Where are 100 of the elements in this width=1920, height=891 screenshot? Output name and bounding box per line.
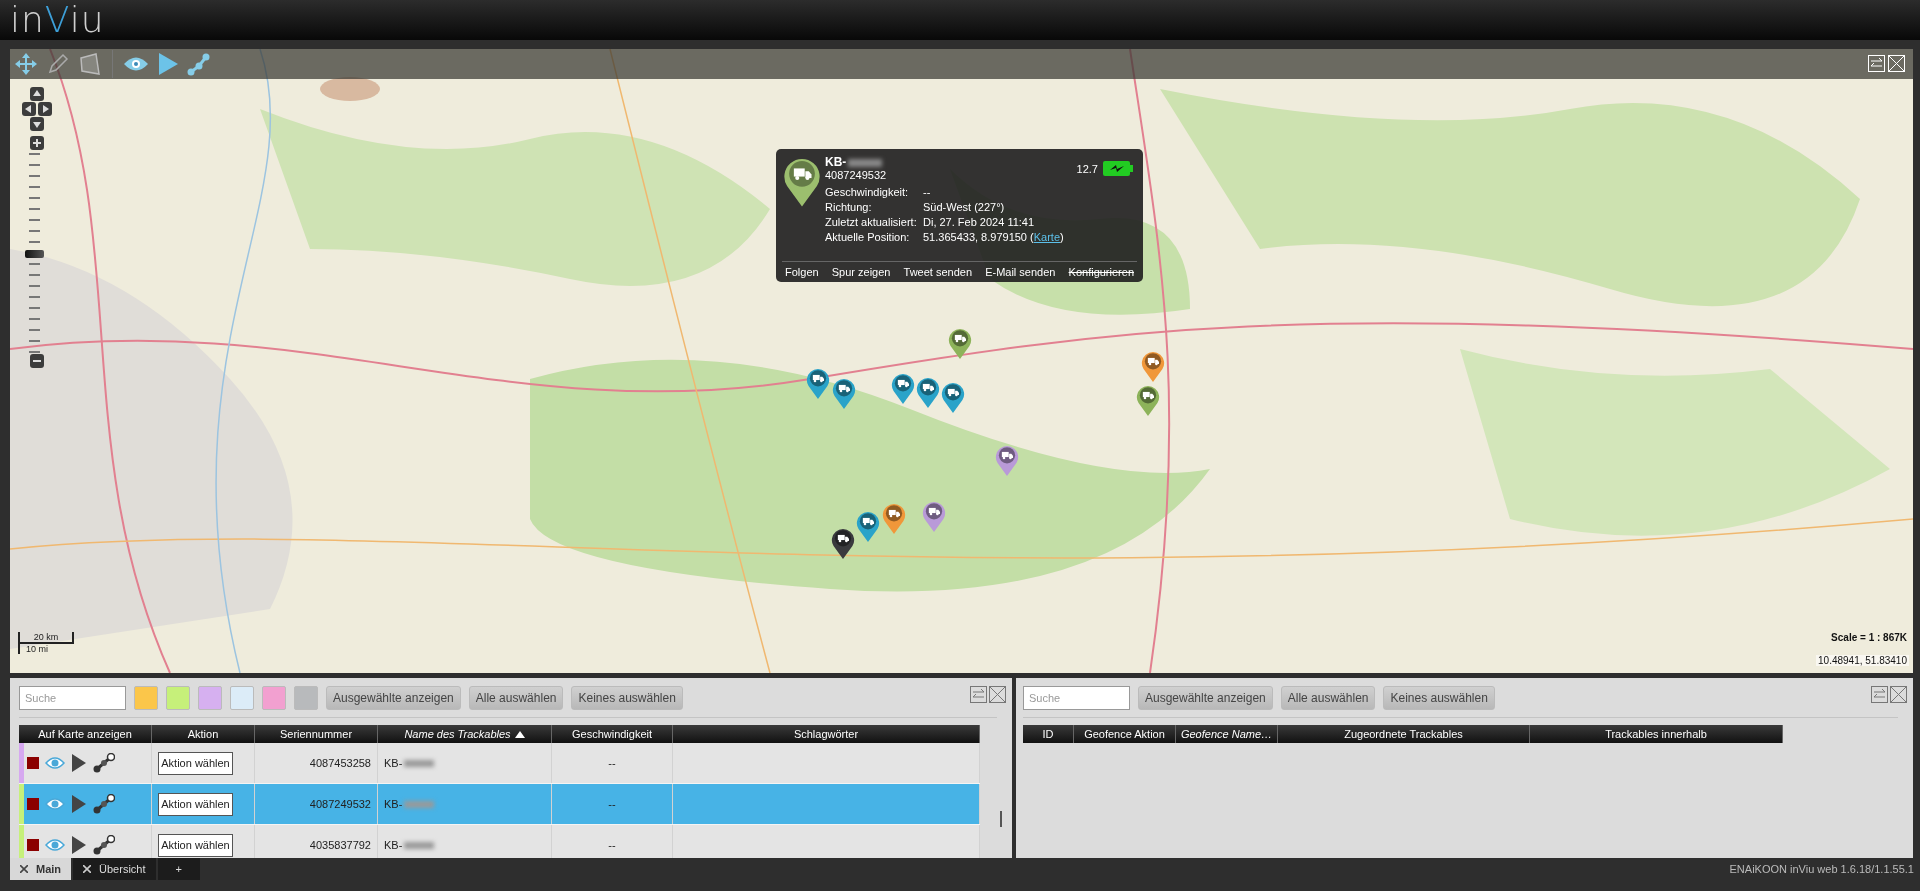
map-marker[interactable]: [1141, 350, 1165, 383]
serial-number: 4035837792: [309, 839, 371, 851]
popup-action-link[interactable]: Spur zeigen: [831, 266, 891, 278]
map-marker[interactable]: [806, 367, 830, 400]
scale-bar: 20 km: [18, 632, 74, 644]
map-marker[interactable]: [948, 327, 972, 360]
toolbar-button[interactable]: Ausgewählte anzeigen: [1138, 686, 1273, 710]
popup-action-link[interactable]: E-Mail senden: [985, 266, 1056, 278]
popup-action-link[interactable]: Tweet senden: [903, 266, 973, 278]
map-scale: Scale = 1 : 867K: [1831, 632, 1907, 643]
color-filter-button[interactable]: [198, 686, 222, 710]
toolbar-button[interactable]: Keines auswählen: [571, 686, 683, 710]
map-marker[interactable]: [995, 444, 1019, 477]
color-filter-button[interactable]: [134, 686, 158, 710]
zoom-out-icon[interactable]: [30, 354, 44, 368]
eye-icon[interactable]: [123, 55, 149, 73]
blurred-mark: [404, 841, 435, 849]
color-filter-button[interactable]: [294, 686, 318, 710]
route-icon[interactable]: [93, 753, 115, 773]
column-header[interactable]: Geofence Name…: [1180, 725, 1273, 743]
popup-action-link[interactable]: Folgen: [785, 266, 819, 278]
field-label: Geschwindigkeit:: [825, 186, 910, 198]
field-label: Richtung:: [825, 201, 873, 213]
map-marker[interactable]: [922, 500, 946, 533]
map-marker[interactable]: [831, 527, 855, 560]
field-value: Di, 27. Feb 2024 11:41: [923, 216, 1036, 228]
map-link[interactable]: Karte: [1033, 231, 1060, 243]
column-header[interactable]: Seriennummer: [279, 725, 353, 743]
table-row[interactable]: Aktion wählen 4087453258 KB- --: [19, 743, 980, 784]
action-dropdown[interactable]: Aktion wählen: [158, 833, 233, 857]
map-marker[interactable]: [916, 376, 940, 409]
column-header[interactable]: ID: [1042, 725, 1054, 743]
table-row[interactable]: Aktion wählen 4035837792 KB- --: [19, 825, 980, 858]
action-dropdown[interactable]: Aktion wählen: [158, 751, 233, 775]
map-marker[interactable]: [856, 510, 880, 543]
eye-icon[interactable]: [45, 838, 65, 852]
slider-handle[interactable]: [25, 249, 44, 258]
eye-icon[interactable]: [45, 797, 65, 811]
play-icon[interactable]: [71, 835, 87, 855]
pan-icon[interactable]: [14, 52, 38, 76]
field-label: Zuletzt aktualisiert:: [825, 216, 918, 228]
play-icon[interactable]: [71, 794, 87, 814]
route-icon[interactable]: [93, 835, 115, 855]
column-header[interactable]: Auf Karte anzeigen: [38, 725, 132, 743]
swap-icon[interactable]: [970, 686, 987, 703]
sort-ascending-icon[interactable]: [514, 730, 525, 738]
trackable-name: KB-: [384, 757, 403, 769]
pencil-icon[interactable]: [46, 52, 70, 76]
trackable-name: KB-: [384, 839, 403, 851]
column-header[interactable]: Aktion: [187, 725, 219, 743]
version-label: ENAiKOON inViu web 1.6.18/1.1.55.1: [1729, 862, 1914, 877]
scale-bar-label: 10 mi: [18, 644, 74, 654]
tab[interactable]: Main: [10, 858, 72, 880]
map-marker[interactable]: [882, 502, 906, 535]
tab[interactable]: Übersicht: [73, 858, 156, 880]
column-header[interactable]: Geofence Aktion: [1084, 725, 1165, 743]
map-marker[interactable]: [941, 381, 965, 414]
search-field[interactable]: Suche: [19, 686, 126, 710]
speed-value: --: [608, 798, 616, 810]
map-coordinates: 10.48941, 51.83410: [1816, 655, 1909, 666]
pan-right-icon[interactable]: [38, 102, 52, 116]
trackable-name: KB-: [825, 155, 847, 169]
color-filter-button[interactable]: [166, 686, 190, 710]
column-header[interactable]: Zugeordnete Trackables: [1344, 725, 1463, 743]
table-row[interactable]: Aktion wählen 4087249532 KB- --: [19, 784, 980, 825]
toolbar-button[interactable]: Keines auswählen: [1383, 686, 1495, 710]
route-icon[interactable]: [93, 794, 115, 814]
polygon-icon[interactable]: [78, 52, 102, 76]
map-marker[interactable]: [1136, 384, 1160, 417]
serial-number: 4087249532: [825, 169, 887, 181]
column-header[interactable]: Trackables innerhalb: [1605, 725, 1707, 743]
eye-icon[interactable]: [45, 756, 65, 770]
column-header[interactable]: Schlagwörter: [793, 725, 859, 743]
speed-value: --: [608, 757, 616, 769]
pan-down-icon[interactable]: [30, 117, 44, 131]
field-value: 51.365433, 8.979150 (Karte): [923, 231, 1064, 243]
app-logo: inViu: [9, 0, 105, 40]
action-dropdown[interactable]: Aktion wählen: [158, 792, 233, 816]
search-field[interactable]: Suche: [1023, 686, 1130, 710]
toolbar-button[interactable]: Alle auswählen: [1280, 686, 1376, 710]
column-header[interactable]: Geschwindigkeit: [571, 725, 653, 743]
toolbar-button[interactable]: Alle auswählen: [468, 686, 564, 710]
zoom-in-icon[interactable]: [30, 136, 44, 150]
scroll-thumb[interactable]: [1000, 811, 1002, 827]
field-label: Aktuelle Position:: [825, 231, 911, 243]
column-header[interactable]: Name des Trackables: [404, 725, 511, 743]
swap-icon[interactable]: [1871, 686, 1888, 703]
toolbar-button[interactable]: Ausgewählte anzeigen: [326, 686, 461, 710]
blurred-mark: [404, 759, 435, 767]
color-filter-button[interactable]: [230, 686, 254, 710]
tab[interactable]: +: [157, 858, 200, 880]
color-filter-button[interactable]: [262, 686, 286, 710]
map-marker[interactable]: [891, 372, 915, 405]
serial-number: 4087453258: [309, 757, 371, 769]
blurred-mark: [848, 159, 883, 168]
play-icon[interactable]: [71, 753, 87, 773]
map-marker[interactable]: [832, 377, 856, 410]
close-icon[interactable]: [20, 865, 28, 873]
pan-left-icon[interactable]: [22, 102, 36, 116]
pan-up-icon[interactable]: [30, 87, 44, 101]
